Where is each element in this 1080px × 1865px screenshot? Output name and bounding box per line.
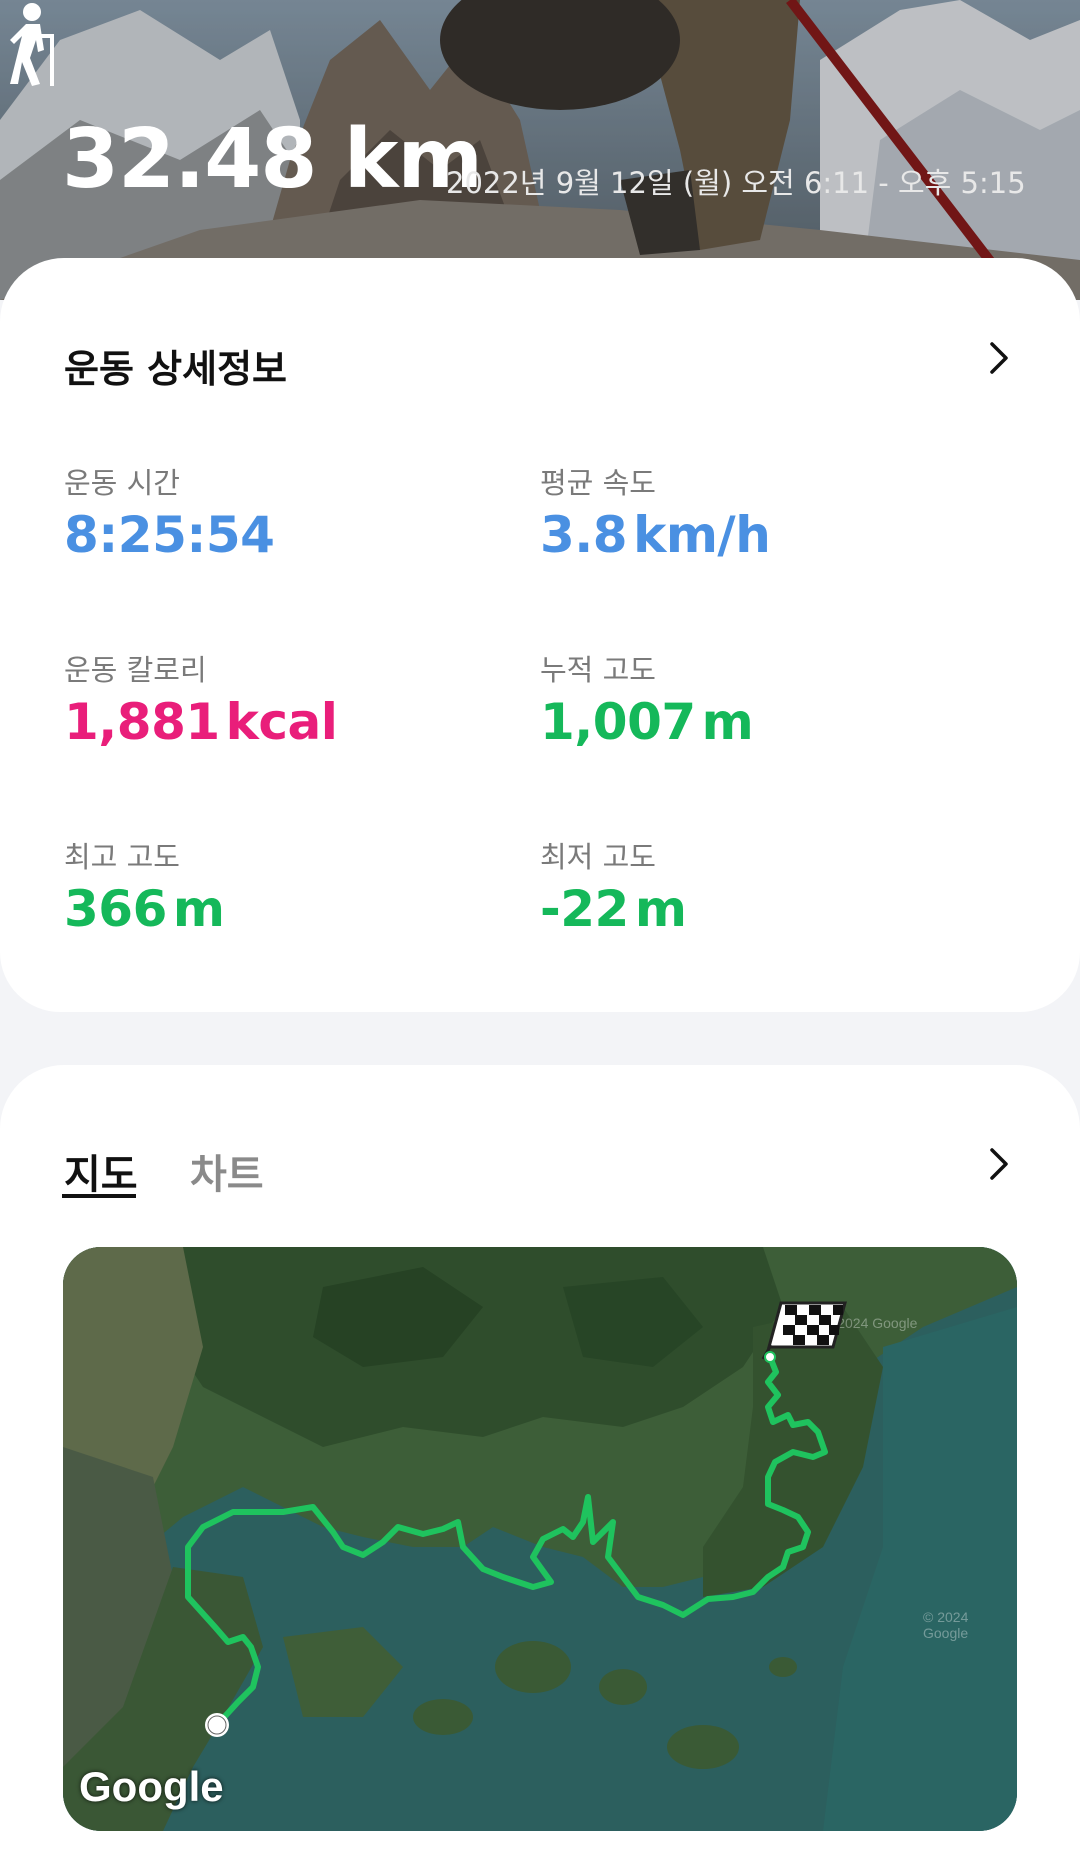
google-logo: Google: [79, 1763, 224, 1810]
tab-map[interactable]: 지도: [64, 1142, 138, 1200]
chevron-right-icon[interactable]: [978, 1144, 1018, 1184]
metric-label-min-altitude: 최저 고도: [540, 840, 656, 874]
metric-number: 8:25:54: [64, 506, 275, 564]
metric-label-max-altitude: 최고 고도: [64, 840, 180, 874]
metric-unit: m: [634, 880, 687, 938]
metric-label-total-ascent: 누적 고도: [540, 653, 656, 687]
metric-value-total-ascent: 1,007 m: [540, 693, 754, 751]
metric-number: -22: [540, 880, 629, 938]
active-tab-indicator: [62, 1194, 136, 1198]
metric-unit: m: [172, 880, 225, 938]
checkered-flag-icon: [761, 1301, 847, 1363]
metric-label-duration: 운동 시간: [64, 466, 180, 500]
hiking-icon: [10, 3, 54, 86]
metric-value-max-altitude: 366 m: [64, 880, 225, 938]
activity-date-range: 2022년 9월 12일 (월) 오전 6:11 - 오후 5:15: [446, 166, 1026, 200]
metric-unit: kcal: [225, 693, 338, 751]
metric-value-calories: 1,881 kcal: [64, 693, 338, 751]
chevron-right-icon[interactable]: [978, 338, 1018, 378]
start-dot-icon: [205, 1713, 229, 1737]
metric-number: 1,881: [64, 693, 220, 751]
tab-chart[interactable]: 차트: [190, 1142, 264, 1200]
route-map[interactable]: © 2024 Google © 2024 Google Google: [63, 1247, 1017, 1831]
metric-unit: m: [701, 693, 754, 751]
metric-number: 3.8: [540, 506, 628, 564]
metric-value-duration: 8:25:54: [64, 506, 275, 564]
route-markers: [205, 1301, 847, 1737]
metric-label-calories: 운동 칼로리: [64, 653, 207, 687]
metric-label-avg-speed: 평균 속도: [540, 466, 656, 500]
exercise-details-title: 운동 상세정보: [64, 347, 287, 391]
metric-unit: km/h: [633, 506, 771, 564]
hero-banner: 32.48 km 2022년 9월 12일 (월) 오전 6:11 - 오후 5…: [0, 0, 1080, 300]
metric-number: 1,007: [540, 693, 696, 751]
metric-value-min-altitude: -22 m: [540, 880, 687, 938]
metric-number: 366: [64, 880, 167, 938]
metric-value-avg-speed: 3.8 km/h: [540, 506, 771, 564]
total-distance: 32.48 km: [62, 112, 483, 207]
